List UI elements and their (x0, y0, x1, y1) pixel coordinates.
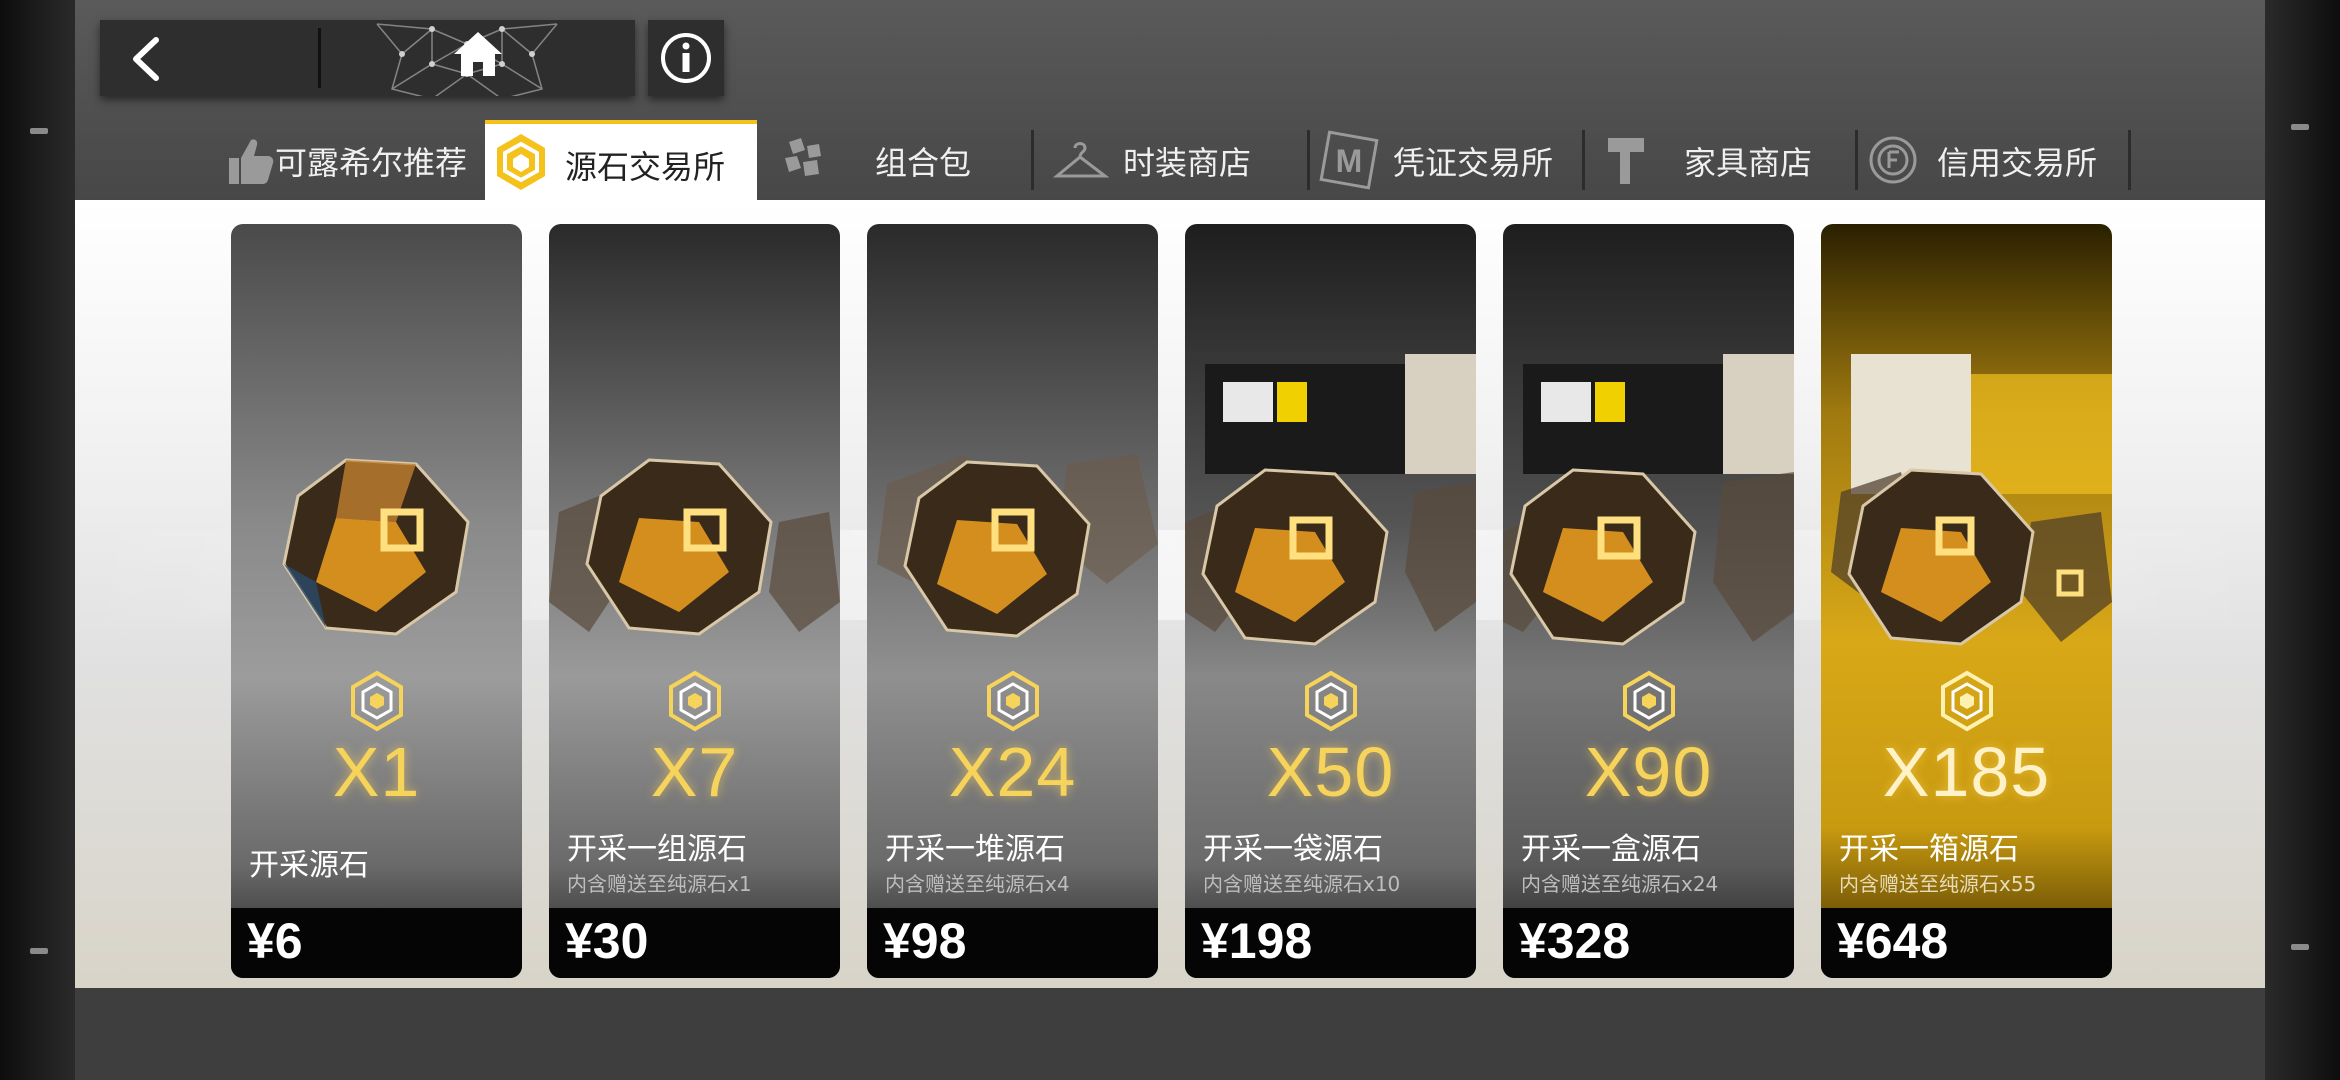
price-label: ¥30 (565, 913, 649, 969)
quantity-label: X7 (650, 733, 739, 811)
originite-icon (1941, 670, 1993, 732)
right-frame (2265, 0, 2340, 1080)
back-button[interactable] (100, 20, 315, 96)
tab-label: 凭证交易所 (1393, 144, 1554, 182)
product-name: 开采一袋源石 (1203, 832, 1383, 867)
quantity-label: X24 (948, 733, 1077, 811)
cubes-icon (785, 138, 821, 176)
left-frame (0, 0, 75, 1080)
product-name: 开采一组源石 (567, 832, 747, 867)
product-area: X1 开采源石 ¥6 X7 开采一组源石 内含赠送至纯源石x1 ¥30 X24 … (75, 200, 2265, 988)
product-card-3[interactable]: X24 开采一堆源石 内含赠送至纯源石x4 ¥98 (867, 224, 1158, 978)
originite-icon (1623, 670, 1675, 732)
quantity-label: X1 (332, 733, 421, 811)
tab-label: 可露希尔推荐 (275, 144, 468, 182)
frame-mark (30, 128, 48, 134)
home-button[interactable] (322, 20, 635, 96)
info-icon (661, 33, 711, 83)
frame-mark (2291, 124, 2309, 130)
bonus-note: 内含赠送至纯源石x4 (885, 872, 1070, 896)
price-bar: ¥328 (1503, 908, 1794, 978)
price-label: ¥6 (247, 913, 303, 969)
product-card-2[interactable]: X7 开采一组源石 内含赠送至纯源石x1 ¥30 (549, 224, 840, 978)
originite-icon (987, 670, 1039, 732)
originite-crystal-icon (549, 458, 840, 636)
tab-separator (1855, 130, 1858, 190)
price-label: ¥648 (1837, 913, 1949, 969)
originite-crystal-icon (282, 458, 470, 636)
price-bar: ¥6 (231, 908, 522, 978)
originite-crystal-icon (1831, 468, 2112, 646)
originite-icon (1305, 670, 1357, 732)
frame-mark (30, 948, 48, 954)
price-label: ¥198 (1201, 913, 1313, 969)
bonus-note: 内含赠送至纯源石x55 (1839, 872, 2037, 896)
chevron-left-icon (133, 37, 159, 81)
tab-furniture-store[interactable]: 家具商店 (1588, 120, 1858, 200)
tab-outfit-store[interactable]: 时装商店 (1037, 120, 1315, 200)
tab-label: 组合包 (875, 144, 972, 182)
tab-separator (1307, 130, 1310, 190)
certificate-icon: M (1319, 130, 1379, 190)
home-icon (454, 32, 502, 76)
quantity-label: X185 (1882, 733, 2051, 811)
navigation-bar (100, 20, 635, 96)
hanger-icon (1053, 142, 1109, 178)
price-label: ¥98 (883, 913, 967, 969)
originite-icon (497, 134, 545, 190)
product-card-4[interactable]: X50 开采一袋源石 内含赠送至纯源石x10 ¥198 (1185, 224, 1476, 978)
product-name: 开采一堆源石 (885, 832, 1065, 867)
tab-label: 家具商店 (1684, 144, 1813, 182)
quantity-label: X90 (1584, 733, 1713, 811)
svg-text:M: M (1336, 143, 1363, 179)
tab-credit-exchange[interactable]: 信用交易所 (1861, 120, 2131, 200)
bonus-note: 内含赠送至纯源石x24 (1521, 872, 1719, 896)
originite-crystal-icon (877, 454, 1158, 638)
price-bar: ¥98 (867, 908, 1158, 978)
product-card-1[interactable]: X1 开采源石 ¥6 (231, 224, 522, 978)
hammer-icon (1608, 138, 1644, 184)
footer-background (75, 988, 2265, 1080)
product-card-6[interactable]: X185 开采一箱源石 内含赠送至纯源石x55 ¥648 (1821, 224, 2112, 978)
tab-label: 时装商店 (1123, 144, 1252, 182)
tab-separator (1582, 130, 1585, 190)
tab-label: 源石交易所 (565, 148, 726, 186)
product-card-5[interactable]: X90 开采一盒源石 内含赠送至纯源石x24 ¥328 (1503, 224, 1794, 978)
originite-icon (669, 670, 721, 732)
credit-icon (1869, 136, 1917, 184)
originite-crystal-icon (1185, 468, 1476, 646)
frame-mark (2291, 944, 2309, 950)
bonus-note: 内含赠送至纯源石x10 (1203, 872, 1401, 896)
price-bar: ¥30 (549, 908, 840, 978)
tab-separator (1031, 130, 1034, 190)
price-bar: ¥648 (1821, 908, 2112, 978)
price-label: ¥328 (1519, 913, 1631, 969)
tab-kaltsit-recommend[interactable]: 可露希尔推荐 (215, 120, 481, 200)
price-bar: ¥198 (1185, 908, 1476, 978)
tab-bundles[interactable]: 组合包 (761, 120, 1061, 200)
tab-separator (2128, 130, 2131, 190)
product-name: 开采源石 (249, 848, 369, 883)
tab-certificate-exchange[interactable]: M 凭证交易所 (1313, 120, 1585, 200)
tab-label: 信用交易所 (1937, 144, 2098, 182)
nav-divider (318, 28, 321, 88)
product-name: 开采一箱源石 (1839, 832, 2019, 867)
info-button[interactable] (648, 20, 724, 96)
bonus-note: 内含赠送至纯源石x1 (567, 872, 752, 896)
shop-tabs: 可露希尔推荐 源石交易所 组合包 时装商店 M 凭证交易所 家具商店 信用交易所 (215, 120, 2135, 200)
quantity-label: X50 (1266, 733, 1395, 811)
thumbs-up-icon (229, 139, 274, 184)
originite-crystal-icon (1503, 468, 1794, 646)
originite-icon (351, 670, 403, 732)
tab-originite-exchange[interactable]: 源石交易所 (485, 120, 757, 200)
product-name: 开采一盒源石 (1521, 832, 1701, 867)
